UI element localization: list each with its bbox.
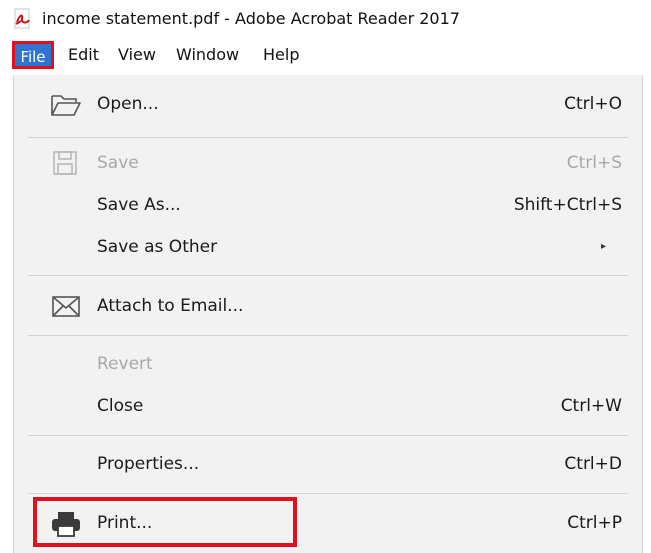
window-title: income statement.pdf - Adobe Acrobat Rea… <box>42 9 460 28</box>
menu-item-label: Save As... <box>97 195 181 215</box>
menu-item-shortcut: Shift+Ctrl+S <box>513 195 622 215</box>
menu-item-save-as[interactable]: Save As... Shift+Ctrl+S <box>14 184 642 226</box>
menu-item-shortcut: Ctrl+S <box>566 153 622 173</box>
file-menu-dropdown: Open... Ctrl+O Save Ctrl+S Save As... Sh… <box>13 75 643 553</box>
menu-item-label: Close <box>97 396 144 416</box>
menu-item-label: Save <box>97 153 139 173</box>
title-bar: income statement.pdf - Adobe Acrobat Rea… <box>0 0 651 38</box>
menu-separator <box>28 435 628 436</box>
envelope-icon <box>52 296 80 317</box>
menu-item-revert[interactable]: Revert <box>14 343 642 385</box>
acrobat-pdf-icon <box>14 8 30 29</box>
menu-bar: File Edit View Window Help <box>0 40 651 72</box>
menu-window[interactable]: Window <box>176 40 239 70</box>
menu-item-open[interactable]: Open... Ctrl+O <box>14 83 642 125</box>
print-highlight-box <box>33 497 297 547</box>
menu-help[interactable]: Help <box>263 40 299 70</box>
menu-item-properties[interactable]: Properties... Ctrl+D <box>14 443 642 485</box>
menu-item-label: Attach to Email... <box>97 296 244 316</box>
menu-item-attach-to-email[interactable]: Attach to Email... <box>14 285 642 327</box>
menu-item-save[interactable]: Save Ctrl+S <box>14 142 642 184</box>
menu-separator <box>28 137 628 138</box>
menu-item-shortcut: Ctrl+O <box>564 94 622 114</box>
save-disk-icon <box>53 151 77 175</box>
menu-item-label: Properties... <box>97 454 200 474</box>
menu-item-shortcut: Ctrl+D <box>564 454 622 474</box>
menu-separator <box>28 335 628 336</box>
menu-edit[interactable]: Edit <box>68 40 99 70</box>
menu-item-label: Open... <box>97 94 159 114</box>
menu-file[interactable]: File <box>12 41 54 69</box>
folder-open-icon <box>51 95 81 116</box>
menu-item-shortcut: Ctrl+W <box>560 396 622 416</box>
menu-separator <box>28 275 628 276</box>
menu-item-shortcut: Ctrl+P <box>567 513 622 533</box>
menu-separator <box>28 493 628 494</box>
menu-item-label: Save as Other <box>97 237 218 257</box>
menu-item-save-as-other[interactable]: Save as Other ▸ <box>14 226 642 268</box>
menu-item-label: Revert <box>97 354 153 374</box>
submenu-arrow-icon: ▸ <box>600 241 606 252</box>
menu-view[interactable]: View <box>118 40 156 70</box>
menu-item-close[interactable]: Close Ctrl+W <box>14 385 642 427</box>
